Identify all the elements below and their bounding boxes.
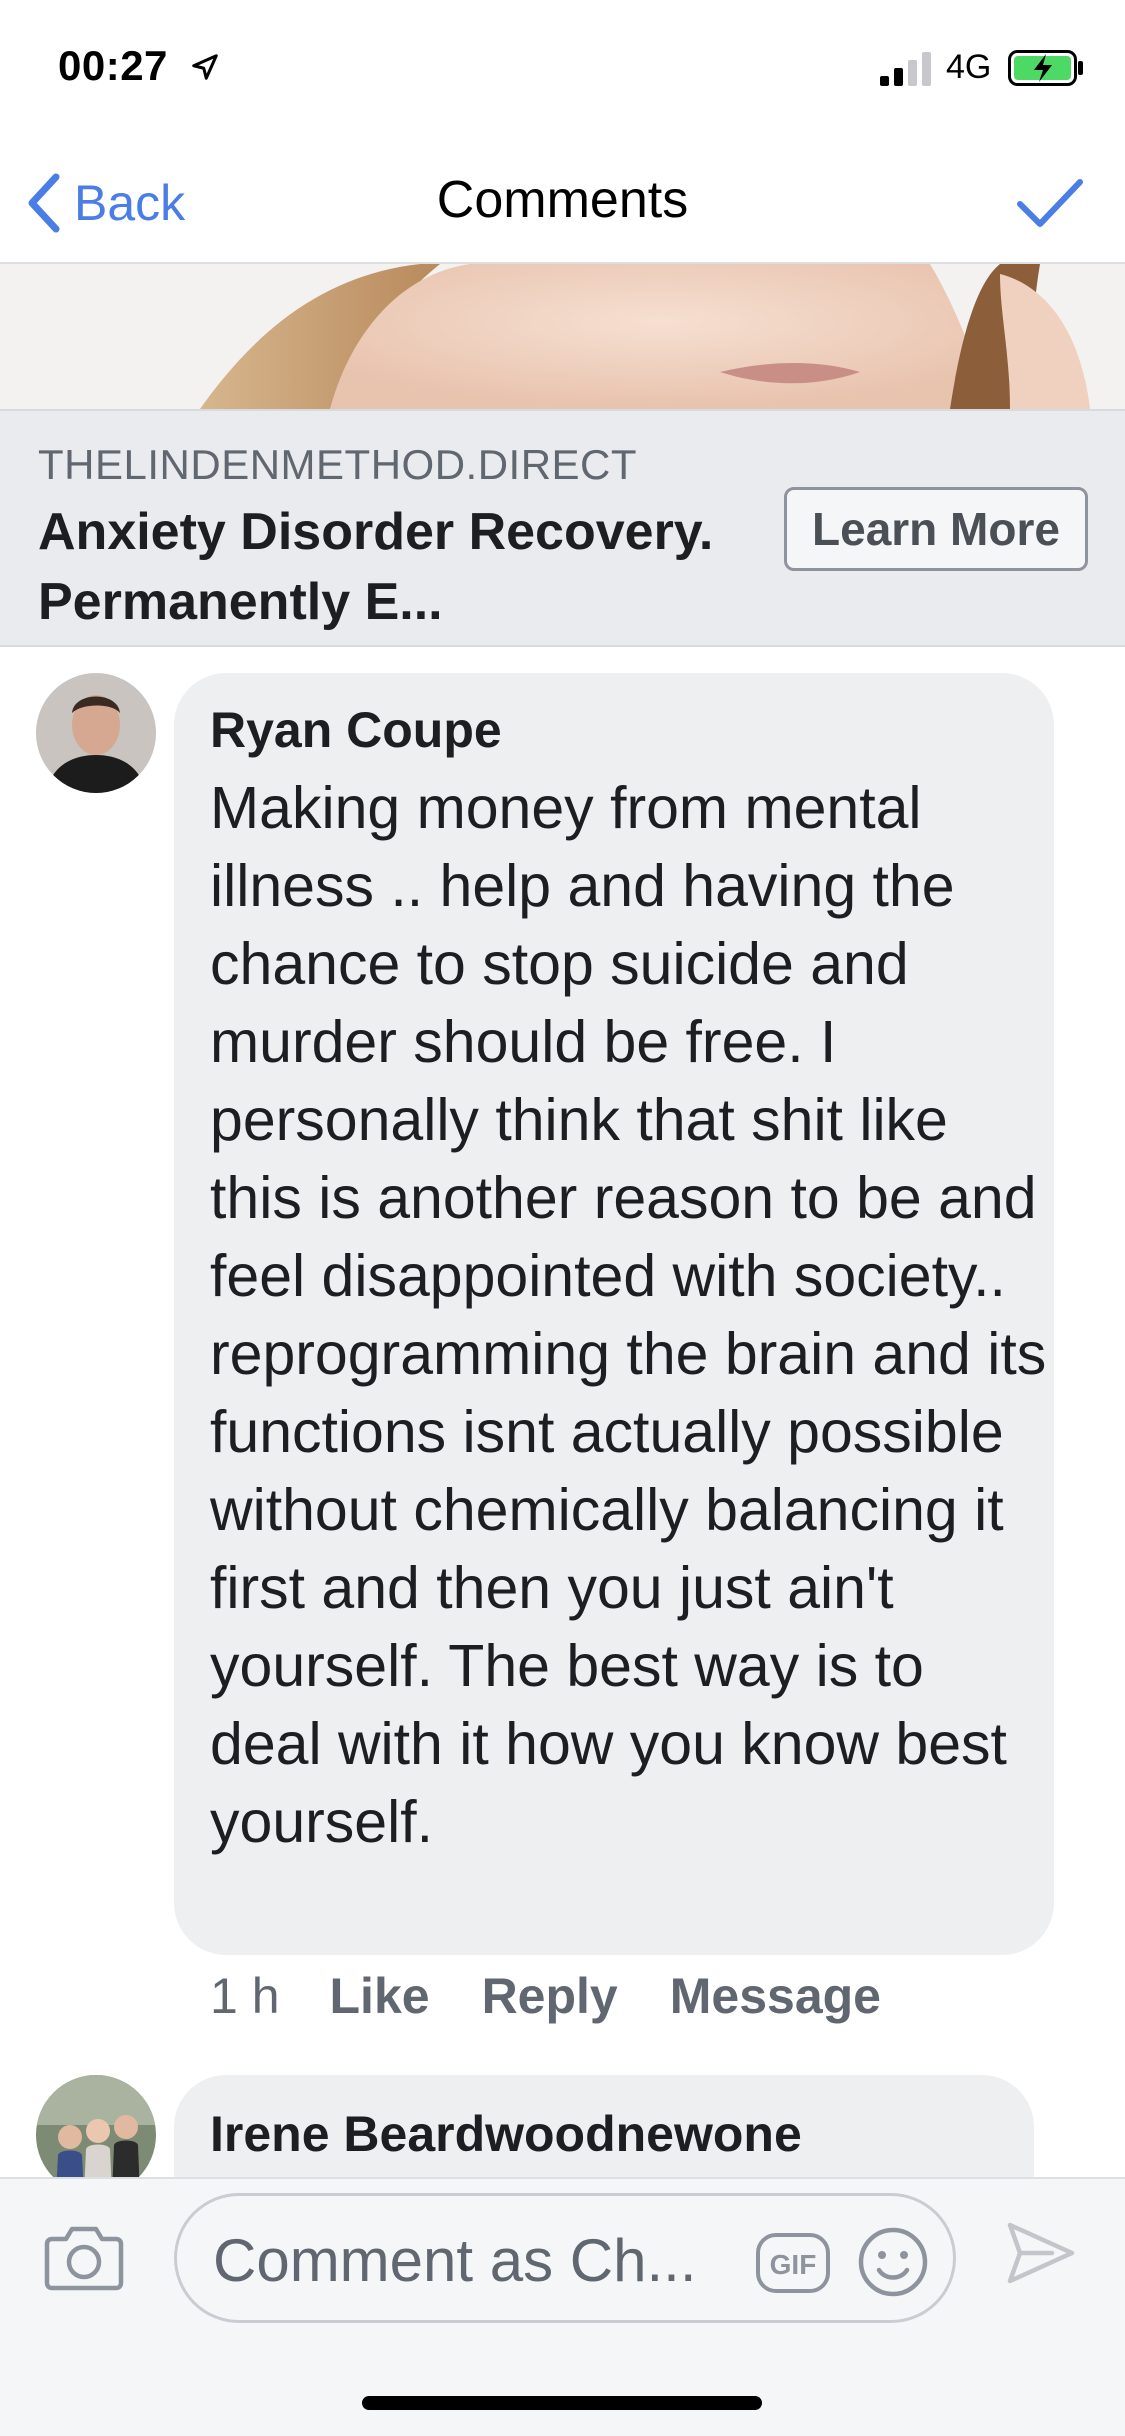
- comment-text: Making money from mental illness .. help…: [210, 775, 1047, 1855]
- learn-more-button[interactable]: Learn More: [784, 487, 1088, 571]
- message-button[interactable]: Message: [670, 1967, 881, 2025]
- comment-composer: Comment as Ch... GIF: [0, 2177, 1125, 2436]
- like-button[interactable]: Like: [330, 1967, 430, 2025]
- gif-icon[interactable]: GIF: [755, 2232, 831, 2294]
- location-arrow-icon: [192, 54, 218, 80]
- comment-input-placeholder: Comment as Ch...: [213, 2227, 697, 2294]
- comment-input[interactable]: Comment as Ch... GIF: [174, 2193, 956, 2323]
- avatar-photo: [36, 2075, 156, 2177]
- comment-list[interactable]: Ryan Coupe Making money from mental illn…: [0, 647, 1125, 2177]
- ad-image[interactable]: [0, 264, 1125, 409]
- avatar-photo: [36, 673, 156, 793]
- network-type: 4G: [946, 48, 992, 86]
- reply-button[interactable]: Reply: [482, 1967, 618, 2025]
- avatar[interactable]: [36, 2075, 156, 2177]
- camera-icon[interactable]: [44, 2221, 124, 2291]
- svg-text:GIF: GIF: [770, 2249, 817, 2280]
- battery-charging-icon: [1008, 50, 1083, 86]
- checkmark-icon[interactable]: [1014, 174, 1086, 230]
- status-time: 00:27: [58, 42, 168, 89]
- comment-author[interactable]: Irene Beardwoodnewone: [210, 2105, 802, 2163]
- emoji-icon[interactable]: [857, 2226, 929, 2298]
- ad-domain: THELINDENMETHOD.DIRECT: [38, 441, 638, 488]
- comment-bubble[interactable]: Irene Beardwoodnewone: [174, 2075, 1034, 2177]
- comment-actions: 1 h Like Reply Message: [210, 1967, 933, 2025]
- status-bar: 00:27 4G: [0, 0, 1125, 140]
- ad-photo-face: [0, 264, 1125, 409]
- ad-headline: Anxiety Disorder Recovery. Permanently E…: [38, 503, 714, 631]
- signal-strength-icon: [880, 52, 931, 86]
- home-indicator: [362, 2396, 762, 2410]
- avatar[interactable]: [36, 673, 156, 793]
- navigation-bar: Back Comments: [0, 140, 1125, 264]
- send-icon[interactable]: [1004, 2217, 1076, 2289]
- comment-author[interactable]: Ryan Coupe: [210, 701, 502, 759]
- comment-bubble[interactable]: Ryan Coupe Making money from mental illn…: [174, 673, 1054, 1955]
- page-title: Comments: [436, 171, 689, 229]
- comment-time: 1 h: [210, 1968, 280, 2024]
- ad-link-bar[interactable]: THELINDENMETHOD.DIRECT Anxiety Disorder …: [0, 409, 1125, 647]
